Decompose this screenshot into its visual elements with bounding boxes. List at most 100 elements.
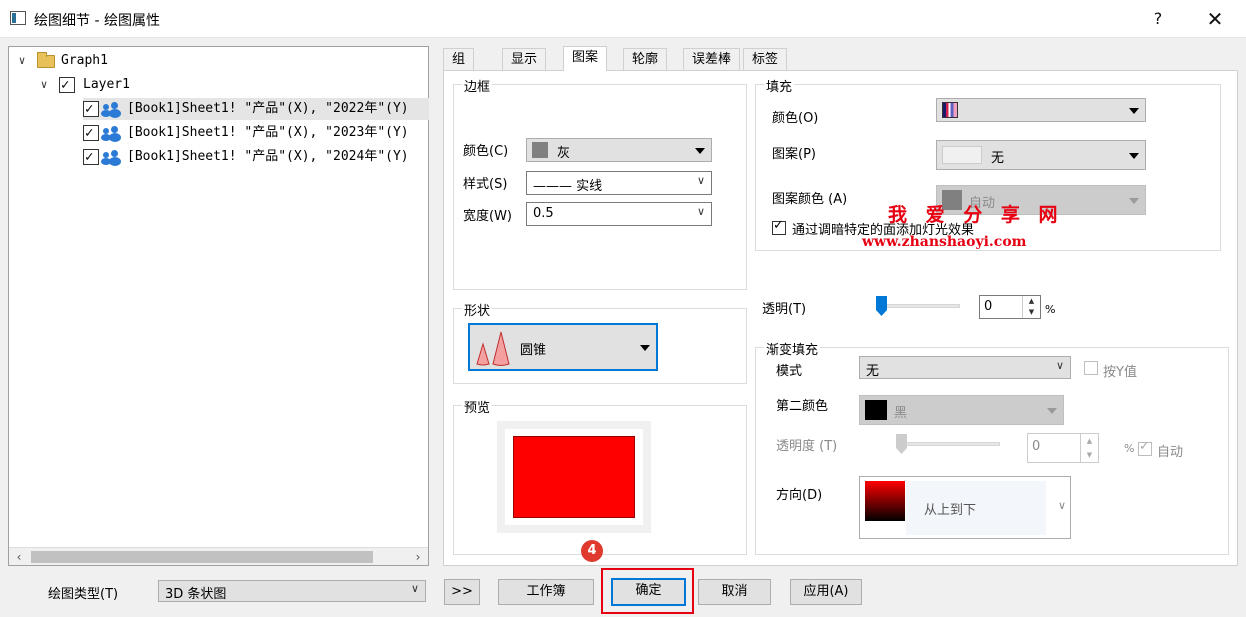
fill-pattern-select[interactable]: 无: [936, 140, 1146, 170]
border-color-select[interactable]: 灰: [526, 138, 712, 162]
title-bar: 绘图细节 - 绘图属性 ? ✕: [0, 0, 1246, 38]
spin-up-icon[interactable]: ▲: [1081, 434, 1098, 448]
transparency-input[interactable]: 0 ▲ ▼: [979, 295, 1041, 319]
users-icon: [101, 102, 123, 118]
border-color-swatch: [532, 142, 548, 158]
preview-frame: [497, 421, 651, 533]
fill-color-label: 颜色(O): [772, 111, 819, 126]
chevron-down-icon: ∨: [696, 205, 705, 218]
chevron-down-icon[interactable]: ∨: [37, 74, 51, 96]
tab-outline[interactable]: 轮廓: [623, 48, 668, 70]
second-color-label: 第二颜色: [776, 399, 829, 414]
opacity-label: 透明度 (T): [776, 439, 838, 454]
tree-item-label: [Book1]Sheet1! "产品"(X), "2023年"(Y): [127, 125, 409, 140]
tab-display[interactable]: 显示: [502, 48, 547, 70]
dropdown-arrow-icon: [1129, 198, 1139, 204]
border-width-label: 宽度(W): [463, 209, 512, 224]
border-style-select[interactable]: ——— 实线 ∨: [526, 171, 712, 195]
scroll-right-icon[interactable]: ›: [410, 548, 426, 566]
tree-item-label: [Book1]Sheet1! "产品"(X), "2024年"(Y): [127, 149, 409, 164]
spin-down-icon[interactable]: ▼: [1081, 448, 1098, 462]
dropdown-arrow-icon: [640, 345, 650, 351]
gradient-swatch: [865, 481, 905, 521]
folder-icon: [37, 52, 55, 68]
watermark-text: 我 爱 分 享 网: [888, 204, 1064, 226]
dropdown-arrow-icon: [695, 148, 705, 154]
preview-group-title: 预览: [462, 397, 493, 416]
plot-checkbox[interactable]: [83, 146, 99, 168]
chevron-down-icon: ∨: [410, 582, 419, 595]
plot-checkbox[interactable]: [83, 98, 99, 120]
scrollbar-thumb[interactable]: [31, 551, 373, 563]
apply-button[interactable]: 应用(A): [790, 579, 862, 605]
tree-item[interactable]: [Book1]Sheet1! "产品"(X), "2023年"(Y): [83, 122, 429, 144]
tree-label-layer: Layer1: [83, 77, 130, 92]
plot-checkbox[interactable]: [83, 122, 99, 144]
app-icon: [10, 11, 26, 25]
dropdown-arrow-icon: [1047, 408, 1057, 414]
plot-type-label: 绘图类型(T): [48, 587, 119, 602]
by-y-value-checkbox[interactable]: [1084, 361, 1098, 375]
opacity-unit: %: [1124, 442, 1135, 455]
window-title: 绘图细节 - 绘图属性: [34, 13, 160, 29]
tab-pattern[interactable]: 图案: [563, 46, 608, 71]
workbook-button[interactable]: 工作簿: [498, 579, 594, 605]
cancel-button[interactable]: 取消: [698, 579, 771, 605]
fill-color-select[interactable]: [936, 98, 1146, 122]
auto-checkbox[interactable]: [1138, 439, 1152, 456]
border-width-select[interactable]: 0.5 ∨: [526, 202, 712, 226]
tab-group[interactable]: 组: [443, 48, 475, 70]
transparency-slider-track[interactable]: [876, 304, 960, 308]
close-button[interactable]: ✕: [1195, 5, 1235, 33]
tree-horizontal-scrollbar[interactable]: ‹ ›: [9, 547, 428, 565]
shape-select[interactable]: 圆锥: [468, 323, 658, 371]
gradient-mode-label: 模式: [776, 364, 803, 379]
fill-group-title: 填充: [764, 76, 795, 95]
chevron-down-icon: ∨: [1057, 499, 1066, 512]
border-color-label: 颜色(C): [463, 144, 509, 159]
cone-icon: [476, 331, 510, 366]
more-button[interactable]: >>: [444, 579, 480, 605]
plot-tree[interactable]: ∨ Graph1 ∨ Layer1 [Book1]Sheet1! "产品"(X)…: [8, 46, 429, 566]
direction-select[interactable]: 从上到下 ∨: [859, 476, 1071, 539]
auto-label: 自动: [1157, 445, 1184, 460]
second-color-swatch: [865, 400, 887, 420]
scroll-left-icon[interactable]: ‹: [11, 548, 27, 566]
opacity-slider-track[interactable]: [896, 442, 1000, 446]
tree-item[interactable]: [Book1]Sheet1! "产品"(X), "2024年"(Y): [83, 146, 429, 168]
step-marker: 4: [581, 540, 603, 562]
chevron-down-icon[interactable]: ∨: [15, 50, 29, 72]
tree-item[interactable]: [Book1]Sheet1! "产品"(X), "2022年"(Y): [83, 98, 429, 120]
preview-swatch: [513, 436, 635, 518]
spin-up-icon[interactable]: ▲: [1023, 296, 1040, 307]
plot-type-select[interactable]: 3D 条状图 ∨: [158, 580, 426, 602]
users-icon: [101, 150, 123, 166]
spinner-buttons[interactable]: ▲ ▼: [1080, 434, 1098, 462]
spin-down-icon[interactable]: ▼: [1023, 307, 1040, 318]
pattern-swatch: [942, 146, 982, 164]
tab-error-bar[interactable]: 误差棒: [683, 48, 741, 70]
tab-label[interactable]: 标签: [743, 48, 788, 70]
tree-node-graph[interactable]: ∨ Graph1: [15, 50, 415, 72]
help-button[interactable]: ?: [1138, 5, 1178, 33]
shape-group-title: 形状: [462, 300, 493, 319]
opacity-input[interactable]: 0 ▲ ▼: [1027, 433, 1099, 463]
tree-node-layer[interactable]: ∨ Layer1: [37, 74, 417, 96]
spinner-buttons[interactable]: ▲ ▼: [1022, 296, 1040, 318]
pattern-color-label: 图案颜色 (A): [772, 192, 848, 207]
tree-item-label: [Book1]Sheet1! "产品"(X), "2022年"(Y): [127, 101, 409, 116]
second-color-select[interactable]: 黑: [859, 395, 1064, 425]
lighting-checkbox[interactable]: [772, 218, 786, 235]
dropdown-arrow-icon: [1129, 108, 1139, 114]
fill-pattern-label: 图案(P): [772, 147, 816, 162]
highlight-box: [601, 568, 694, 614]
dropdown-arrow-icon: [1129, 153, 1139, 159]
transparency-unit: %: [1045, 303, 1056, 316]
chevron-down-icon: ∨: [696, 174, 705, 187]
border-style-label: 样式(S): [463, 177, 508, 192]
gradient-mode-select[interactable]: 无 ∨: [859, 356, 1071, 379]
layer-checkbox[interactable]: [59, 74, 75, 96]
tree-label-graph: Graph1: [61, 53, 108, 68]
watermark-url: www.zhanshaoyi.com: [862, 234, 1027, 250]
border-group-title: 边框: [462, 76, 493, 95]
